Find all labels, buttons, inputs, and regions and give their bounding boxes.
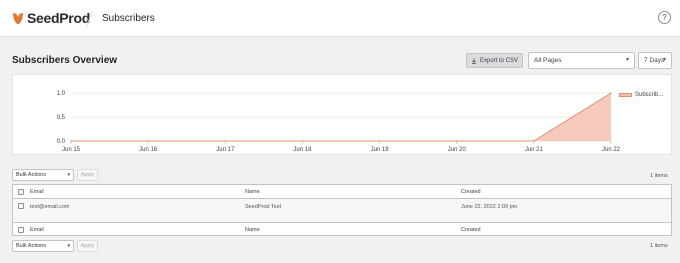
data-point (224, 140, 227, 142)
bulk-actions-label: Bulk Actions (16, 172, 46, 178)
brand-name: SeedProd (27, 10, 90, 26)
select-all-checkbox[interactable] (18, 189, 24, 195)
x-tick-label: Jun 18 (293, 147, 312, 153)
seedprod-leaf-icon (13, 12, 23, 24)
x-tick-label: Jun 19 (371, 147, 390, 153)
y-tick-label: 0.0 (57, 139, 66, 145)
items-count-bottom: 1 items (650, 243, 668, 249)
column-email[interactable]: Email (30, 189, 44, 195)
x-tick-label: Jun 15 (62, 147, 81, 153)
table-footer: Email Name Created (13, 222, 671, 236)
column-created[interactable]: Created (461, 189, 481, 195)
subscribers-chart: 1.0 0.5 0.0 Jun 15 Jun 16 Jun 17 Jun 18 Jun 19 J… (12, 74, 672, 155)
chevron-down-icon: ▾ (625, 57, 629, 63)
select-all-checkbox-footer[interactable] (18, 227, 24, 233)
bulk-actions-select[interactable]: Bulk Actions ▾ (12, 169, 74, 181)
row-email: test@email.com (30, 204, 70, 210)
chart-canvas: 1.0 0.5 0.0 Jun 15 Jun 16 Jun 17 Jun 18 Jun 19 J… (57, 91, 621, 153)
section-title: Subscribers Overview (12, 55, 118, 66)
subscribers-table: Email Name Created test@email.com SeedPr… (12, 184, 672, 236)
download-icon (471, 58, 477, 64)
legend-swatch (619, 93, 632, 97)
data-point (610, 92, 612, 94)
apply-button-bottom[interactable]: Apply (77, 240, 98, 252)
y-tick-label: 0.5 (57, 115, 66, 121)
x-tick-label: Jun 22 (602, 147, 621, 153)
data-point (533, 140, 535, 142)
apply-button[interactable]: Apply (77, 169, 98, 181)
page-filter-select[interactable]: All Pages ▾ (528, 52, 635, 69)
row-name: SeedProd Test (245, 204, 281, 210)
data-point (455, 140, 458, 142)
table-row: test@email.com SeedProd Test June 22, 20… (13, 199, 671, 221)
date-range-value: 7 Days (644, 57, 665, 64)
chevron-down-icon: ▾ (662, 57, 666, 63)
data-point (70, 140, 72, 142)
footer-column-name[interactable]: Name (245, 227, 260, 233)
x-tick-label: Jun 17 (216, 147, 235, 153)
data-point (378, 140, 381, 142)
date-range-select[interactable]: 7 Days ▾ (638, 52, 672, 69)
bulk-actions-select-bottom[interactable]: Bulk Actions ▾ (12, 240, 74, 252)
y-tick-label: 1.0 (57, 91, 66, 97)
chart-legend[interactable]: Subscrib... (619, 92, 663, 98)
table-header: Email Name Created (13, 185, 671, 199)
top-bar: SeedProd Subscribers ? (0, 0, 680, 37)
chevron-down-icon: ▾ (67, 243, 70, 249)
bulk-actions-label: Bulk Actions (16, 243, 46, 249)
row-created: June 22, 2022 2:09 pm (461, 204, 518, 210)
data-point (147, 140, 149, 142)
data-point (301, 140, 304, 142)
footer-column-created[interactable]: Created (461, 227, 481, 233)
seedprod-logo[interactable]: SeedProd (12, 10, 90, 26)
help-icon[interactable]: ? (658, 11, 671, 24)
row-checkbox[interactable] (18, 203, 24, 209)
footer-column-email[interactable]: Email (30, 227, 44, 233)
export-csv-button[interactable]: Export to CSV (466, 53, 523, 68)
page-title: Subscribers (102, 13, 155, 24)
items-count: 1 items (650, 173, 668, 179)
x-tick-label: Jun 21 (525, 147, 544, 153)
x-tick-label: Jun 20 (448, 147, 467, 153)
page-filter-value: All Pages (534, 57, 562, 64)
export-label: Export to CSV (479, 57, 518, 64)
x-tick-label: Jun 16 (139, 147, 158, 153)
chevron-down-icon: ▾ (67, 172, 70, 178)
column-name[interactable]: Name (245, 189, 260, 195)
legend-label: Subscrib... (635, 92, 664, 98)
